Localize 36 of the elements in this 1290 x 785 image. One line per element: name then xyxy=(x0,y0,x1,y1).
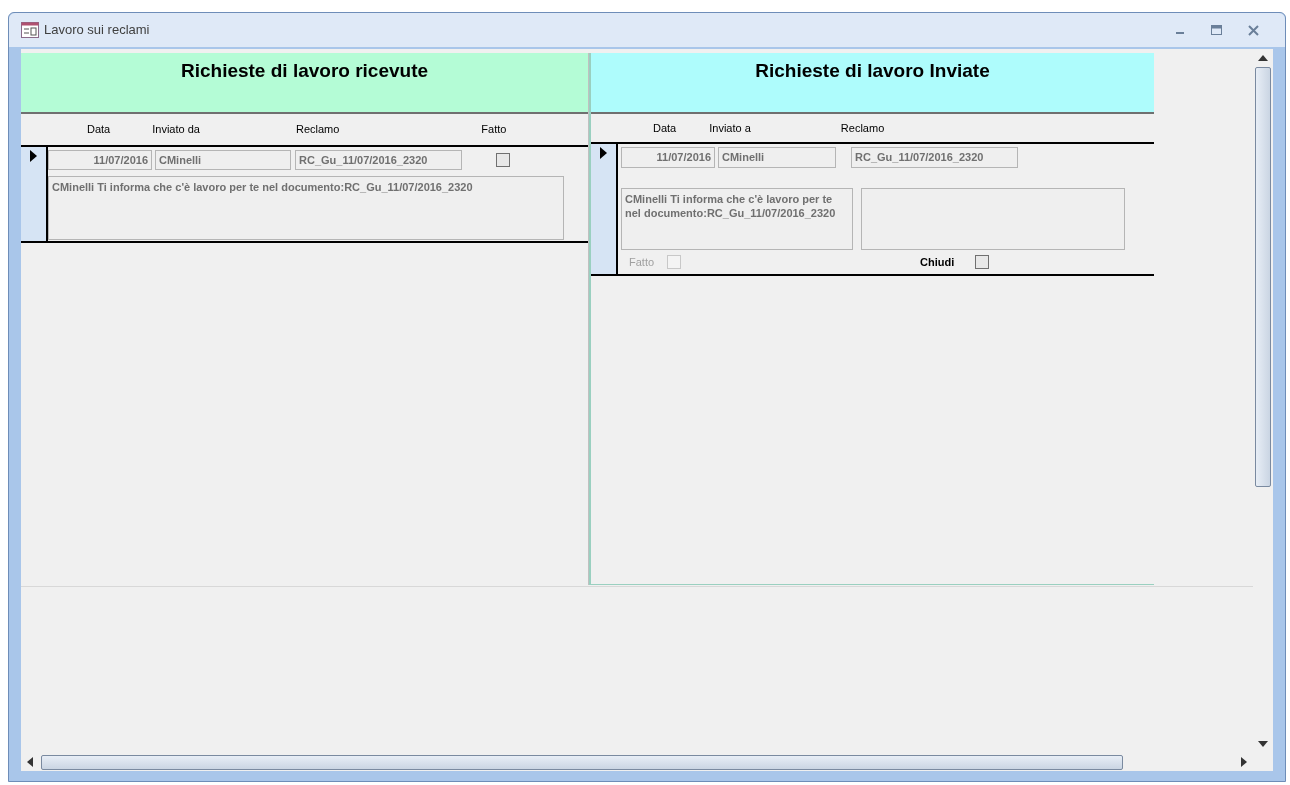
column-header: Reclamo xyxy=(840,120,885,136)
scroll-thumb[interactable] xyxy=(1255,67,1271,487)
column-header: Data xyxy=(87,122,111,138)
checkbox-label: Fatto xyxy=(629,255,655,270)
current-record-icon xyxy=(600,147,607,159)
scroll-thumb[interactable] xyxy=(41,754,1123,770)
window-title: Lavoro sui reclami xyxy=(44,21,150,40)
checkbox[interactable] xyxy=(496,153,510,167)
scroll-right-icon[interactable] xyxy=(1241,757,1247,767)
scroll-left-icon[interactable] xyxy=(27,757,33,767)
message-field[interactable]: CMinelli Ti informa che c'è lavoro per te nel documento:RC_Gu_11/07/2016_2320 xyxy=(48,176,564,240)
checkbox[interactable] xyxy=(975,255,990,270)
column-header: Inviato a xyxy=(709,120,751,136)
close-icon[interactable] xyxy=(1248,24,1259,36)
record-selector[interactable] xyxy=(591,144,618,274)
current-record-icon xyxy=(30,150,37,162)
column-header: Fatto xyxy=(481,122,507,138)
message-field[interactable]: CMinelli Ti informa che c'è lavoro per te nel documento:RC_Gu_11/07/2016_2320 xyxy=(621,188,853,250)
text-field[interactable] xyxy=(861,188,1125,250)
complaint-field[interactable]: RC_Gu_11/07/2016_2320 xyxy=(295,150,462,170)
checkbox-label: Chiudi xyxy=(920,255,955,270)
record-selector[interactable] xyxy=(21,147,48,241)
column-header: Reclamo xyxy=(295,122,340,138)
scroll-up-icon[interactable] xyxy=(1258,55,1268,61)
column-header: Data xyxy=(653,120,677,136)
maximize-icon[interactable] xyxy=(1211,25,1222,35)
recipient-field[interactable]: CMinelli xyxy=(718,147,836,168)
form-icon xyxy=(21,22,39,38)
panel-title: Richieste di lavoro Inviate xyxy=(755,59,990,83)
scroll-down-icon[interactable] xyxy=(1258,741,1268,747)
column-header: Inviato da xyxy=(152,122,200,138)
date-field[interactable]: 11/07/2016 xyxy=(621,147,715,168)
panel-title: Richieste di lavoro ricevute xyxy=(180,59,429,83)
sender-field[interactable]: CMinelli xyxy=(155,150,291,170)
complaint-field[interactable]: RC_Gu_11/07/2016_2320 xyxy=(851,147,1018,168)
date-field[interactable]: 11/07/2016 xyxy=(48,150,152,170)
